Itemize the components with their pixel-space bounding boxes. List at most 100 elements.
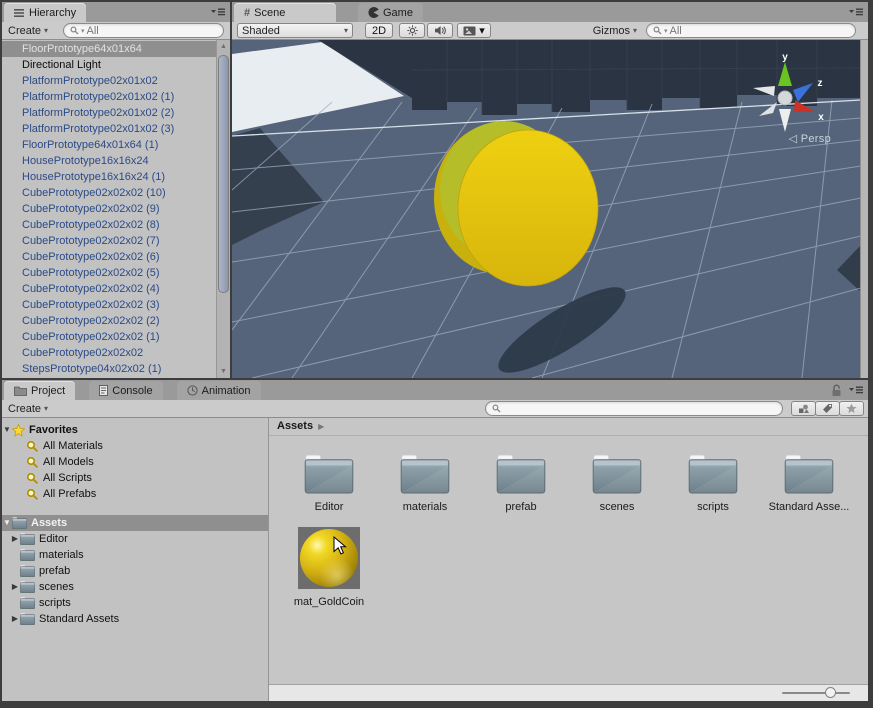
hierarchy-item-cubeprototype02x02x02-9[interactable]: CubePrototype02x02x02 (9): [2, 201, 217, 217]
tree-folder-standard-assets[interactable]: ▶ Standard Assets: [2, 611, 268, 627]
assets-root[interactable]: ▼ Assets: [2, 515, 268, 531]
favorites-item-all-prefabs[interactable]: All Prefabs: [2, 486, 268, 502]
lock-icon[interactable]: [831, 384, 842, 400]
hierarchy-item-platformprototype02x01x02[interactable]: PlatformPrototype02x01x02: [2, 73, 217, 89]
effects-dropdown-button[interactable]: ▾: [457, 23, 491, 38]
asset-material-goldcoin[interactable]: mat_GoldCoin: [281, 527, 377, 608]
scene-search-input[interactable]: ▾ All: [646, 23, 856, 38]
panel-menu-icon[interactable]: [210, 6, 226, 18]
asset-folder-editor[interactable]: Editor: [281, 454, 377, 513]
assets-tree-children: ▶ Editor materials prefab▶ scenes script…: [2, 531, 268, 627]
tree-folder-scripts[interactable]: scripts: [2, 595, 268, 611]
scrollbar-thumb[interactable]: [218, 55, 229, 293]
disclosure-triangle-icon[interactable]: ▶: [10, 579, 20, 595]
tab-scene[interactable]: # Scene: [234, 3, 336, 22]
hierarchy-tabstrip: Hierarchy: [2, 2, 230, 22]
hierarchy-item-directional-light[interactable]: Directional Light: [2, 57, 217, 73]
hierarchy-item-platformprototype02x01x02-2[interactable]: PlatformPrototype02x01x02 (2): [2, 105, 217, 121]
gizmos-dropdown[interactable]: Gizmos▾: [587, 23, 643, 38]
axis-z-label: z: [818, 78, 823, 89]
tab-console[interactable]: Console: [89, 381, 162, 400]
scroll-up-icon[interactable]: ▲: [217, 40, 230, 53]
folder-icon: [20, 597, 35, 609]
hierarchy-item-platformprototype02x01x02-3[interactable]: PlatformPrototype02x01x02 (3): [2, 121, 217, 137]
hierarchy-item-cubeprototype02x02x02-3[interactable]: CubePrototype02x02x02 (3): [2, 297, 217, 313]
asset-folder-standard-asse[interactable]: Standard Asse...: [761, 454, 857, 513]
hierarchy-item-cubeprototype02x02x02[interactable]: CubePrototype02x02x02: [2, 345, 217, 361]
clock-icon: [187, 385, 198, 396]
favorites-item-all-models[interactable]: All Models: [2, 454, 268, 470]
search-icon: [70, 26, 79, 35]
hierarchy-create-button[interactable]: Create▾: [2, 23, 54, 38]
hierarchy-list: FloorPrototype64x01x64Directional LightP…: [2, 40, 217, 378]
disclosure-triangle-icon[interactable]: ▼: [2, 515, 12, 531]
zoom-slider-knob[interactable]: [825, 687, 836, 698]
asset-folder-scripts[interactable]: scripts: [665, 454, 761, 513]
hierarchy-scrollbar[interactable]: ▲ ▼: [216, 40, 230, 378]
favorites-star-button[interactable]: [839, 401, 864, 416]
hierarchy-item-houseprototype16x16x24-1[interactable]: HousePrototype16x16x24 (1): [2, 169, 217, 185]
star-icon: [846, 403, 857, 414]
hierarchy-item-floorprototype64x01x64-1[interactable]: FloorPrototype64x01x64 (1): [2, 137, 217, 153]
folder-icon: [784, 454, 834, 494]
search-by-label-button[interactable]: [815, 401, 840, 416]
tree-folder-editor[interactable]: ▶ Editor: [2, 531, 268, 547]
hierarchy-item-cubeprototype02x02x02-4[interactable]: CubePrototype02x02x02 (4): [2, 281, 217, 297]
hierarchy-search-text: All: [87, 25, 99, 37]
hierarchy-item-cubeprototype02x02x02-8[interactable]: CubePrototype02x02x02 (8): [2, 217, 217, 233]
tree-folder-materials[interactable]: materials: [2, 547, 268, 563]
audio-toggle-button[interactable]: [427, 23, 453, 38]
favorites-root[interactable]: ▼ Favorites: [2, 422, 268, 438]
perspective-label[interactable]: ◁ Persp: [789, 132, 831, 145]
shading-mode-dropdown[interactable]: Shaded▾: [237, 23, 353, 38]
material-label: mat_GoldCoin: [281, 596, 377, 608]
thumbnail-zoom-slider[interactable]: [782, 692, 850, 694]
2d-toggle-button[interactable]: 2D: [365, 23, 393, 38]
scene-search-text: All: [670, 25, 682, 37]
tab-project[interactable]: Project: [4, 381, 75, 400]
favorites-item-all-materials[interactable]: All Materials: [2, 438, 268, 454]
breadcrumb-arrow-icon: ▶: [318, 418, 324, 435]
hierarchy-search-input[interactable]: ▾ All: [63, 23, 224, 38]
asset-folder-prefab[interactable]: prefab: [473, 454, 569, 513]
hierarchy-item-platformprototype02x01x02-1[interactable]: PlatformPrototype02x01x02 (1): [2, 89, 217, 105]
lighting-toggle-button[interactable]: [399, 23, 425, 38]
tab-scene-label: Scene: [254, 7, 285, 19]
disclosure-triangle-icon[interactable]: ▶: [10, 531, 20, 547]
tab-hierarchy[interactable]: Hierarchy: [4, 3, 86, 22]
hierarchy-item-cubeprototype02x02x02-6[interactable]: CubePrototype02x02x02 (6): [2, 249, 217, 265]
search-by-type-button[interactable]: [791, 401, 816, 416]
tab-console-label: Console: [112, 385, 152, 397]
hierarchy-item-cubeprototype02x02x02-7[interactable]: CubePrototype02x02x02 (7): [2, 233, 217, 249]
scene-orientation-gizmo[interactable]: y z x: [743, 52, 827, 139]
project-folder-icon: [14, 386, 27, 396]
folder-icon: [496, 454, 546, 494]
project-create-button[interactable]: Create▾: [2, 401, 54, 416]
folder-icon: [20, 613, 35, 625]
tree-folder-prefab[interactable]: prefab: [2, 563, 268, 579]
hierarchy-item-cubeprototype02x02x02-1[interactable]: CubePrototype02x02x02 (1): [2, 329, 217, 345]
hierarchy-item-stepsprototype04x02x02-1[interactable]: StepsPrototype04x02x02 (1): [2, 361, 217, 377]
hierarchy-item-cubeprototype02x02x02-2[interactable]: CubePrototype02x02x02 (2): [2, 313, 217, 329]
asset-folder-scenes[interactable]: scenes: [569, 454, 665, 513]
tab-game[interactable]: Game: [358, 3, 423, 22]
panel-menu-icon[interactable]: [848, 384, 864, 396]
hierarchy-item-cubeprototype02x02x02-10[interactable]: CubePrototype02x02x02 (10): [2, 185, 217, 201]
scroll-down-icon[interactable]: ▼: [217, 365, 230, 378]
tab-animation[interactable]: Animation: [177, 381, 261, 400]
search-icon: [26, 472, 39, 485]
hierarchy-item-houseprototype16x16x24[interactable]: HousePrototype16x16x24: [2, 153, 217, 169]
hierarchy-item-cubeprototype02x02x02-5[interactable]: CubePrototype02x02x02 (5): [2, 265, 217, 281]
panel-menu-icon[interactable]: [848, 6, 864, 18]
axis-x-label: x: [818, 112, 824, 123]
project-search-input[interactable]: [485, 401, 783, 416]
disclosure-triangle-icon[interactable]: ▶: [10, 611, 20, 627]
tree-folder-scenes[interactable]: ▶ scenes: [2, 579, 268, 595]
hierarchy-item-floorprototype64x01x64[interactable]: FloorPrototype64x01x64: [2, 41, 217, 57]
asset-folder-materials[interactable]: materials: [377, 454, 473, 513]
breadcrumb[interactable]: Assets ▶: [269, 418, 868, 436]
favorites-item-all-scripts[interactable]: All Scripts: [2, 470, 268, 486]
project-statusbar: [269, 684, 868, 701]
scene-viewport[interactable]: y z x ◁ Persp: [232, 40, 861, 378]
disclosure-triangle-icon[interactable]: ▼: [2, 422, 12, 438]
